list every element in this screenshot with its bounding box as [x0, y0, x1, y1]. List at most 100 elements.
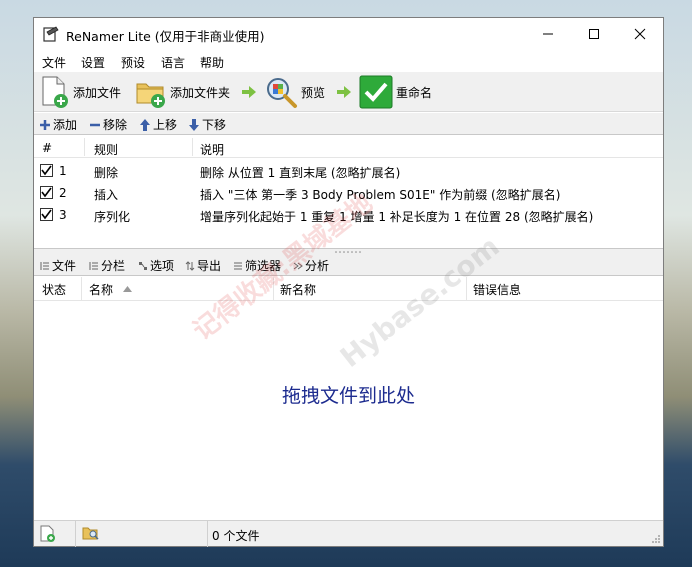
rule-row[interactable]: 2 插入 插入 "三体 第一季 3 Body Problem S01E" 作为前… — [34, 182, 663, 204]
options-button[interactable]: 选项 — [138, 257, 174, 274]
check-icon — [41, 187, 52, 198]
column-divider[interactable] — [273, 277, 274, 301]
file-list-icon — [40, 261, 49, 270]
col-header-new-name[interactable]: 新名称 — [280, 281, 316, 298]
rule-description: 插入 "三体 第一季 3 Body Problem S01E" 作为前缀 (忽略… — [200, 188, 561, 202]
files-toolbar: 文件 分栏 选项 导出 筛选器 分析 — [34, 255, 663, 276]
arrow-right-icon — [337, 86, 351, 98]
remove-rule-button[interactable]: 移除 — [90, 116, 127, 133]
rules-table: # 规则 说明 1 删除 删除 从位置 1 直到末尾 (忽略扩展名) 2 插入 … — [34, 136, 663, 249]
export-icon — [185, 260, 195, 271]
column-divider[interactable] — [192, 138, 193, 156]
add-rule-label: 添加 — [53, 118, 78, 132]
add-rule-button[interactable]: 添加 — [40, 116, 77, 133]
remove-rule-label: 移除 — [103, 118, 128, 132]
main-toolbar: 添加文件 添加文件夹 预览 重命名 — [34, 72, 663, 112]
add-folder-button[interactable]: 添加文件夹 — [135, 75, 230, 109]
rule-checkbox[interactable] — [40, 164, 53, 177]
maximize-icon — [589, 29, 599, 39]
folder-search-icon[interactable] — [82, 525, 100, 541]
plus-icon — [40, 119, 50, 130]
minimize-icon — [543, 33, 553, 35]
col-header-status[interactable]: 状态 — [42, 281, 66, 298]
move-down-button[interactable]: 下移 — [189, 116, 226, 133]
add-folder-label: 添加文件夹 — [170, 85, 231, 100]
add-file-icon — [42, 76, 68, 108]
rule-row[interactable]: 1 删除 删除 从位置 1 直到末尾 (忽略扩展名) — [34, 160, 663, 182]
rename-button[interactable]: 重命名 — [359, 75, 432, 109]
column-divider[interactable] — [81, 277, 82, 301]
app-icon — [43, 26, 59, 42]
drop-files-hint: 拖拽文件到此处 — [281, 385, 415, 407]
resize-grip-icon[interactable] — [651, 534, 661, 544]
close-button[interactable] — [617, 18, 663, 50]
rename-label: 重命名 — [396, 85, 433, 100]
filters-label: 筛选器 — [245, 259, 282, 273]
magnifier-icon — [267, 78, 297, 108]
rule-checkbox[interactable] — [40, 186, 53, 199]
analyze-button[interactable]: 分析 — [293, 257, 329, 274]
rule-number: 2 — [59, 186, 67, 200]
close-icon — [634, 28, 646, 40]
check-icon — [41, 165, 52, 176]
renamer-window: ReNamer Lite (仅用于非商业使用) 文件 设置 预设 语言 帮助 添… — [33, 17, 664, 547]
grip-icon — [335, 251, 361, 253]
new-file-icon[interactable] — [40, 525, 56, 543]
filters-button[interactable]: 筛选器 — [233, 257, 281, 274]
checkmark-icon — [359, 75, 393, 109]
maximize-button[interactable] — [571, 18, 617, 50]
columns-icon — [89, 261, 98, 270]
files-list[interactable]: 状态 名称 新名称 错误信息 拖拽文件到此处 — [34, 277, 663, 519]
columns-button[interactable]: 分栏 — [89, 257, 125, 274]
rule-description: 增量序列化起始于 1 重复 1 增量 1 补足长度为 1 在位置 28 (忽略扩… — [200, 210, 594, 224]
options-icon — [139, 261, 147, 270]
files-header: 状态 名称 新名称 错误信息 — [34, 277, 663, 301]
rule-name: 删除 — [94, 166, 119, 180]
add-files-button[interactable]: 添加文件 — [40, 75, 121, 109]
files-menu-button[interactable]: 文件 — [40, 257, 76, 274]
move-up-button[interactable]: 上移 — [140, 116, 177, 133]
analyze-icon — [293, 262, 303, 269]
check-icon — [41, 209, 52, 220]
col-header-rule[interactable]: 规则 — [94, 141, 118, 158]
status-bar: 0 个文件 — [34, 520, 663, 547]
add-files-label: 添加文件 — [73, 85, 122, 100]
sort-ascending-icon — [123, 286, 132, 292]
export-button[interactable]: 导出 — [185, 257, 221, 274]
menu-help[interactable]: 帮助 — [200, 54, 224, 71]
col-header-description[interactable]: 说明 — [200, 141, 224, 158]
preview-label: 预览 — [301, 85, 326, 100]
menu-file[interactable]: 文件 — [42, 54, 66, 71]
status-cell — [76, 521, 208, 547]
rules-header: # 规则 说明 — [34, 136, 663, 158]
arrow-down-icon — [189, 118, 199, 131]
move-up-label: 上移 — [153, 118, 178, 132]
filter-icon — [234, 262, 242, 269]
minimize-button[interactable] — [525, 18, 571, 50]
menu-presets[interactable]: 预设 — [121, 54, 145, 71]
arrow-up-icon — [140, 118, 150, 131]
rules-toolbar: 添加 移除 上移 下移 — [34, 113, 663, 135]
col-header-name[interactable]: 名称 — [89, 281, 113, 298]
rule-number: 3 — [59, 208, 67, 222]
preview-button[interactable]: 预览 — [264, 75, 325, 109]
rule-checkbox[interactable] — [40, 208, 53, 221]
move-down-label: 下移 — [202, 118, 227, 132]
menu-bar: 文件 设置 预设 语言 帮助 — [34, 50, 663, 72]
title-bar[interactable]: ReNamer Lite (仅用于非商业使用) — [34, 18, 663, 50]
rule-name: 序列化 — [94, 210, 131, 224]
menu-settings[interactable]: 设置 — [81, 54, 105, 71]
file-count: 0 个文件 — [212, 529, 260, 543]
col-header-num[interactable]: # — [42, 141, 52, 155]
arrow-right-icon — [242, 86, 256, 98]
options-label: 选项 — [150, 259, 175, 273]
analyze-label: 分析 — [305, 259, 330, 273]
column-divider[interactable] — [466, 277, 467, 301]
rule-number: 1 — [59, 164, 67, 178]
rule-description: 删除 从位置 1 直到末尾 (忽略扩展名) — [200, 166, 401, 180]
rule-row[interactable]: 3 序列化 增量序列化起始于 1 重复 1 增量 1 补足长度为 1 在位置 2… — [34, 204, 663, 226]
col-header-error[interactable]: 错误信息 — [473, 281, 521, 298]
column-divider[interactable] — [84, 138, 85, 156]
add-folder-icon — [136, 83, 165, 108]
menu-language[interactable]: 语言 — [161, 54, 185, 71]
